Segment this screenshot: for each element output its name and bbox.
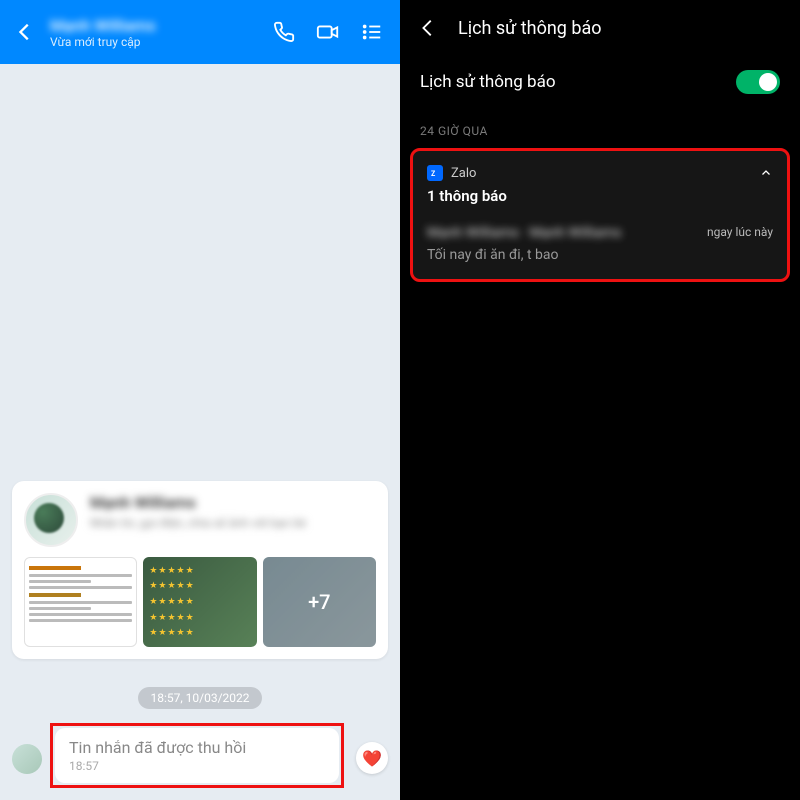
notification-count: 1 thông báo: [427, 187, 773, 205]
media-grid: +7: [24, 557, 376, 647]
setting-label: Lịch sử thông báo: [420, 72, 556, 92]
zalo-chat-screen: Mạnh Williams Vừa mới truy cập Mạnh Will…: [0, 0, 400, 800]
zalo-app-icon: Z: [427, 165, 443, 181]
chat-header-info[interactable]: Mạnh Williams Vừa mới truy cập: [50, 16, 256, 49]
heart-icon: ❤️: [362, 749, 382, 768]
notification-time: ngay lúc này: [707, 225, 773, 239]
video-call-button[interactable]: [312, 16, 344, 48]
back-button[interactable]: [416, 16, 440, 40]
notification-app-name: Zalo: [451, 166, 751, 181]
contact-card-meta: Mạnh Williams Nhắn tin, gọi điện, chia s…: [90, 493, 376, 547]
message-bubble[interactable]: Tin nhắn đã được thu hồi 18:57: [55, 728, 339, 783]
setting-row-notification-history[interactable]: Lịch sử thông báo: [400, 56, 800, 108]
toggle-switch[interactable]: [736, 70, 780, 94]
chat-header: Mạnh Williams Vừa mới truy cập: [0, 0, 400, 64]
chevron-up-icon[interactable]: [759, 166, 773, 180]
section-label: 24 GIỜ QUA: [400, 108, 800, 148]
contact-card-desc: Nhắn tin, gọi điện, chia sẻ ảnh với bạn …: [90, 516, 376, 532]
chat-body[interactable]: Mạnh Williams Nhắn tin, gọi điện, chia s…: [0, 64, 400, 800]
notification-header: Z Zalo: [427, 165, 773, 181]
message-row: Tin nhắn đã được thu hồi 18:57 ❤️: [12, 723, 388, 788]
page-title: Lịch sử thông báo: [458, 18, 602, 39]
media-thumb-more[interactable]: +7: [263, 557, 376, 647]
notification-preview: Tối nay đi ăn đi, t bao: [427, 247, 773, 263]
contact-profile-card[interactable]: Mạnh Williams Nhắn tin, gọi điện, chia s…: [12, 481, 388, 659]
settings-header: Lịch sử thông báo: [400, 0, 800, 56]
recalled-message-text: Tin nhắn đã được thu hồi: [69, 738, 325, 757]
contact-name: Mạnh Williams: [50, 16, 256, 35]
notification-history-screen: Lịch sử thông báo Lịch sử thông báo 24 G…: [400, 0, 800, 800]
menu-button[interactable]: [356, 16, 388, 48]
contact-card-name: Mạnh Williams: [90, 493, 376, 512]
svg-text:Z: Z: [431, 170, 436, 178]
back-button[interactable]: [12, 19, 38, 45]
more-count: +7: [308, 590, 330, 614]
avatar[interactable]: [12, 744, 42, 774]
avatar[interactable]: [24, 493, 78, 547]
timestamp-pill: 18:57, 10/03/2022: [138, 687, 261, 709]
notification-entry[interactable]: Mạnh Williams · Mạnh Williams ngay lúc n…: [427, 225, 773, 241]
highlight-box: Tin nhắn đã được thu hồi 18:57: [50, 723, 344, 788]
voice-call-button[interactable]: [268, 16, 300, 48]
react-button[interactable]: ❤️: [356, 742, 388, 774]
notification-card[interactable]: Z Zalo 1 thông báo Mạnh Williams · Mạnh …: [410, 148, 790, 282]
message-time: 18:57: [69, 759, 325, 773]
contact-status: Vừa mới truy cập: [50, 35, 256, 49]
media-thumb[interactable]: [24, 557, 137, 647]
notification-sender: Mạnh Williams · Mạnh Williams: [427, 225, 707, 241]
media-thumb[interactable]: [143, 557, 256, 647]
